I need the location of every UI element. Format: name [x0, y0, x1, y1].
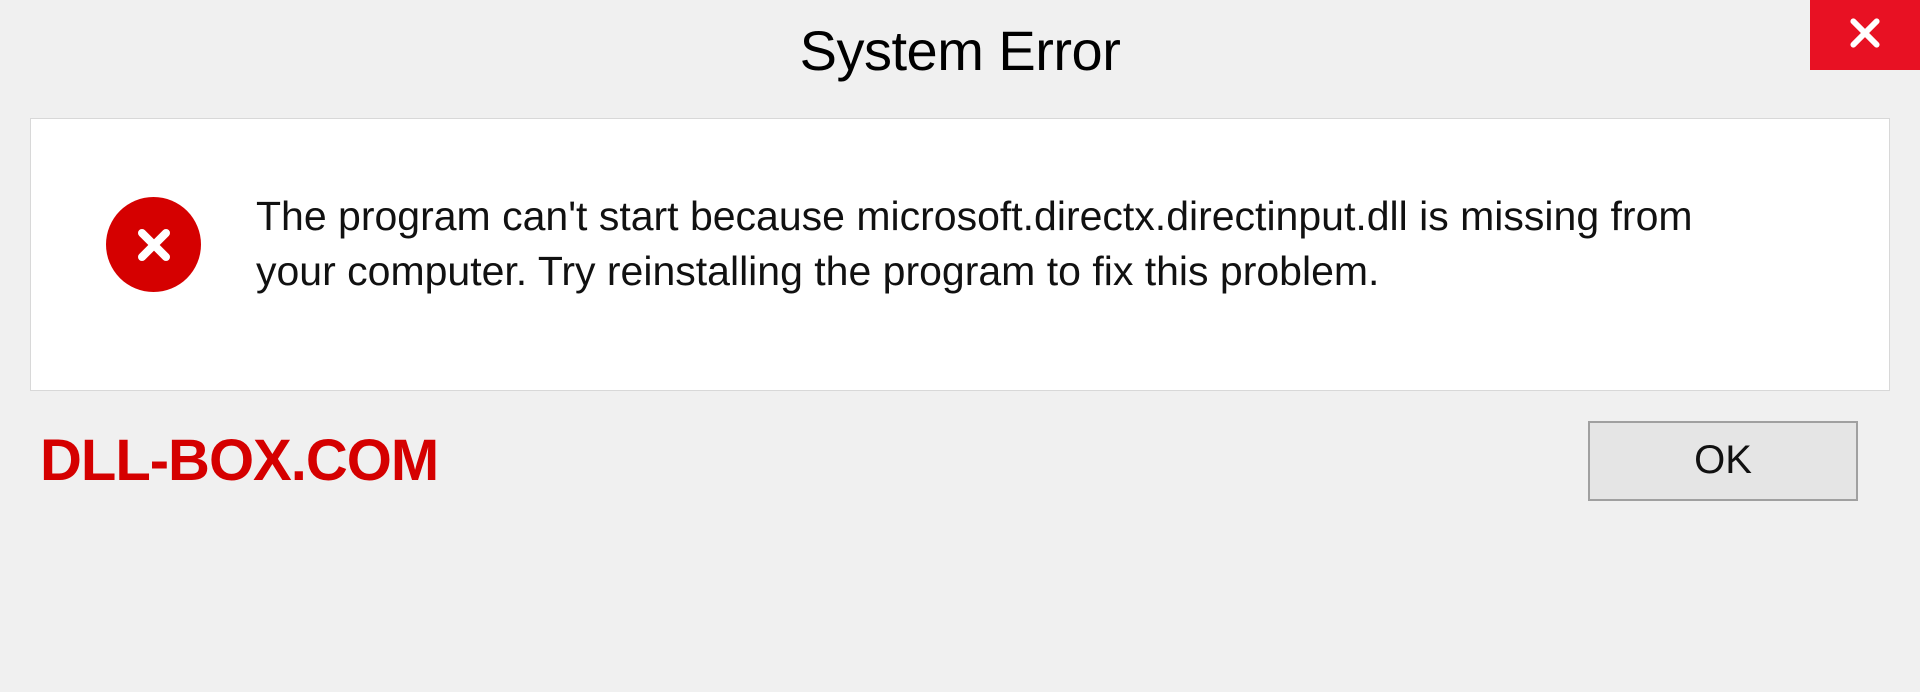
ok-button[interactable]: OK [1588, 421, 1858, 501]
close-button[interactable] [1810, 0, 1920, 70]
dialog-title: System Error [800, 18, 1121, 83]
content-panel: The program can't start because microsof… [30, 118, 1890, 391]
footer: DLL-BOX.COM OK [30, 391, 1890, 531]
close-icon [1845, 13, 1885, 58]
titlebar: System Error [0, 0, 1920, 100]
error-icon-wrap [106, 189, 201, 292]
error-message: The program can't start because microsof… [256, 189, 1756, 300]
error-icon [106, 197, 201, 292]
ok-button-label: OK [1694, 438, 1752, 483]
watermark-text: DLL-BOX.COM [40, 427, 438, 494]
